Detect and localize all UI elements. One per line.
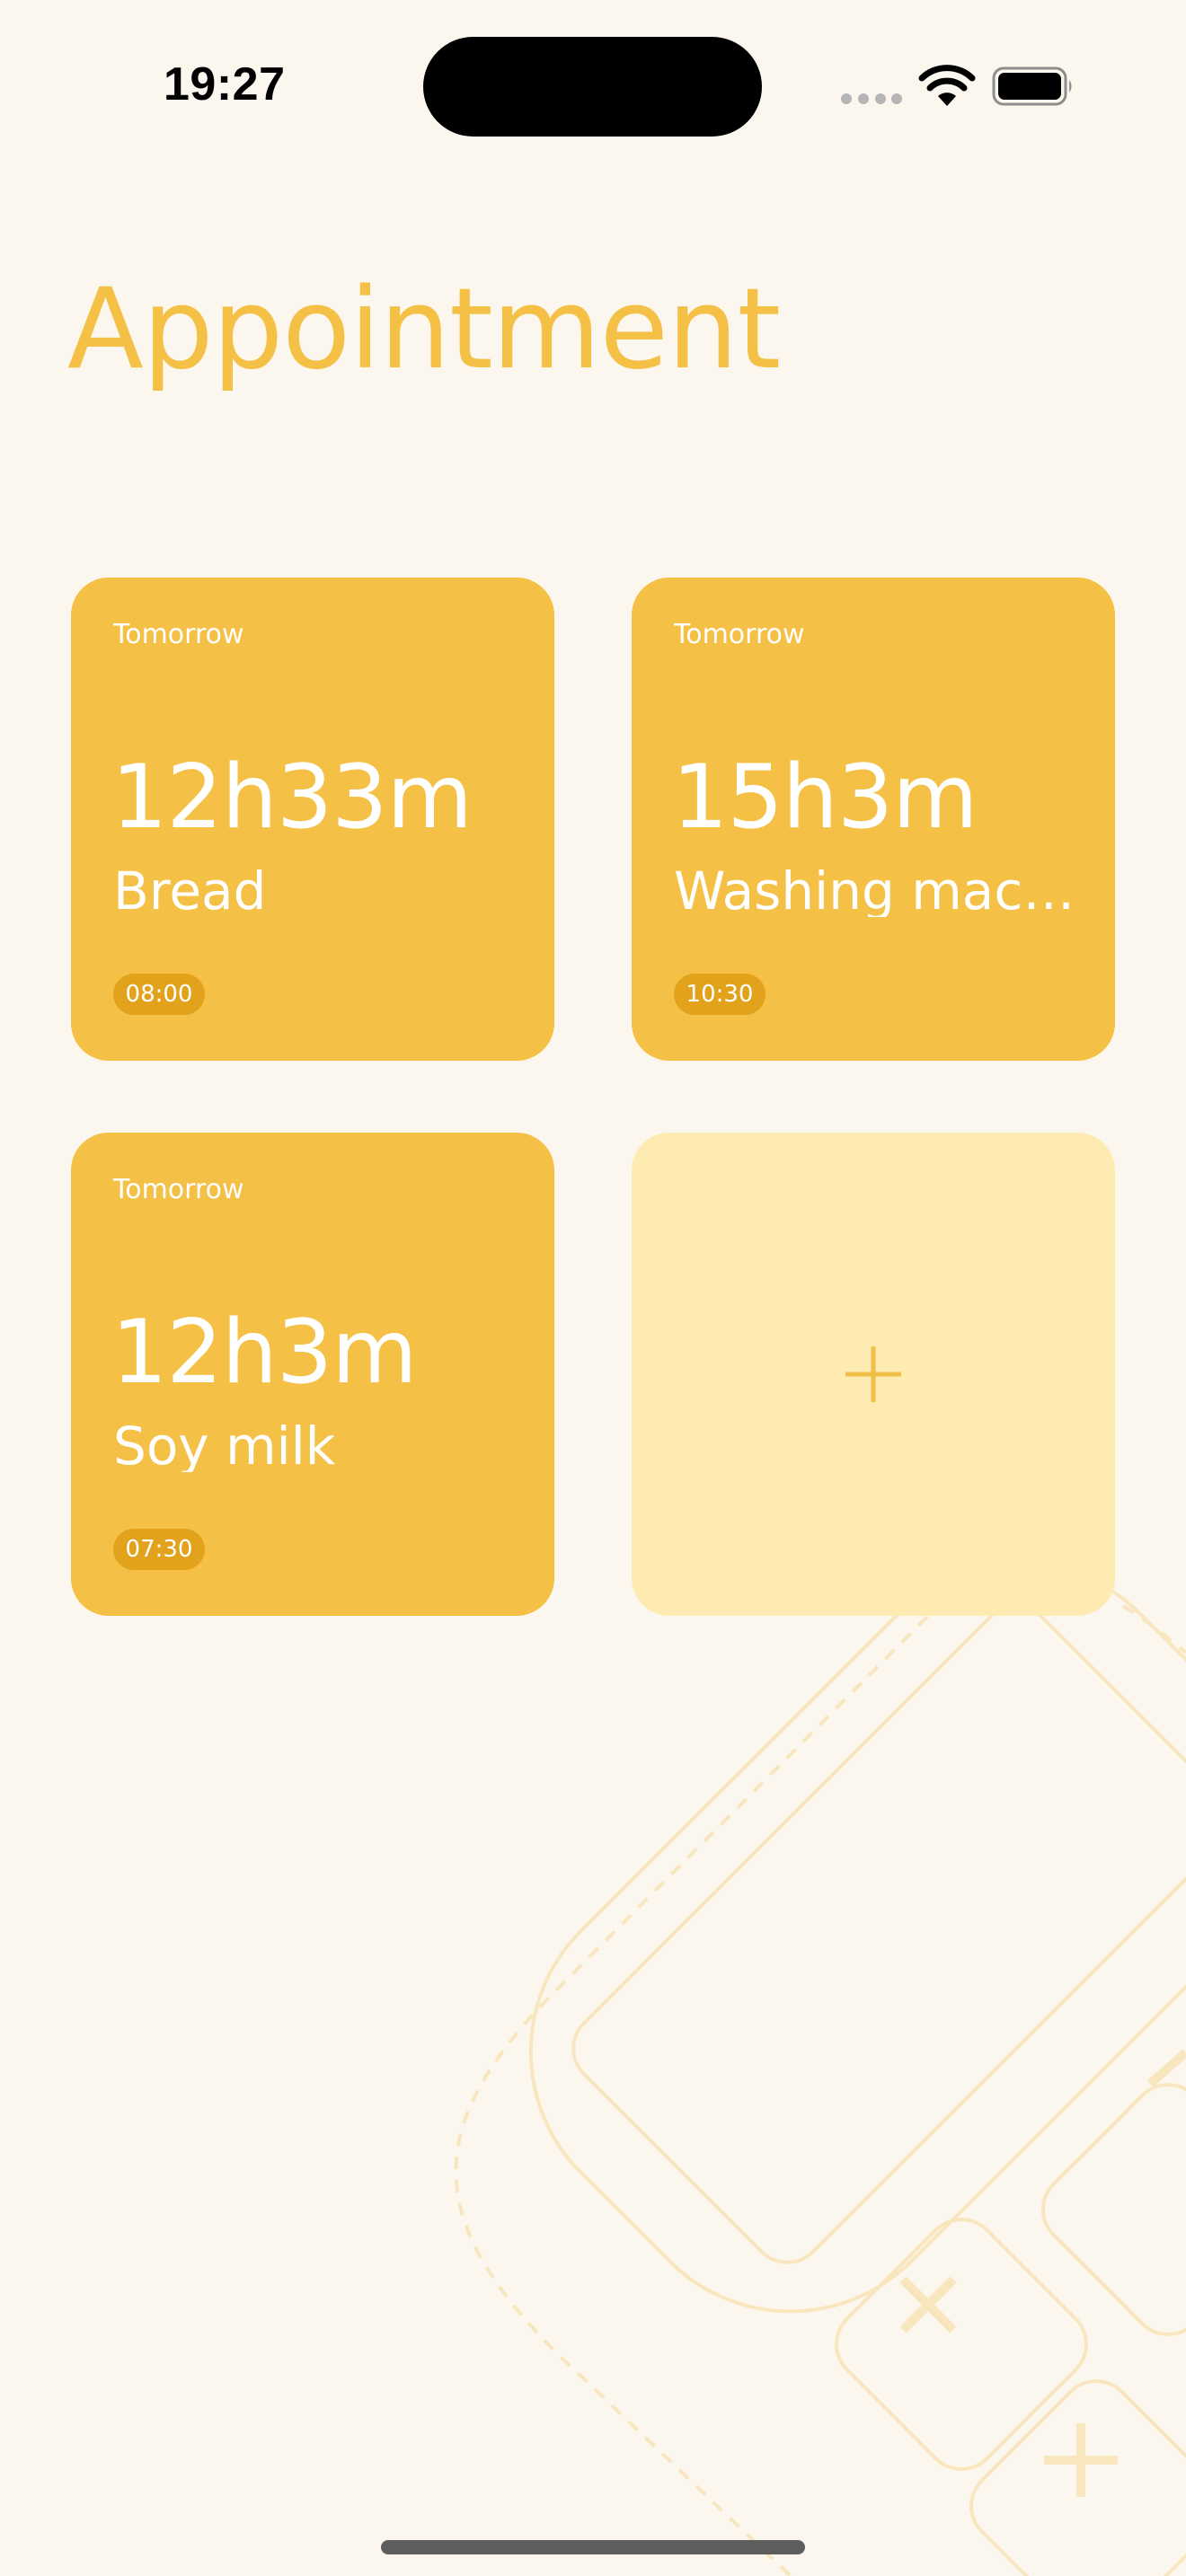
appointment-time-badge: 07:30 [113,1529,205,1570]
appointment-card[interactable]: Tomorrow 15h3m Washing mac… 10:30 [632,578,1115,1061]
wifi-icon [918,65,976,106]
appointment-time-badge: 08:00 [113,974,205,1015]
appointment-day: Tomorrow [674,619,805,650]
appointment-name: Soy milk [113,1420,336,1472]
cellular-signal-icon [841,93,902,104]
appointment-card[interactable]: Tomorrow 12h3m Soy milk 07:30 [71,1133,554,1616]
appointment-name: Bread [113,865,267,917]
appointment-name: Washing mac… [674,865,1075,917]
plus-icon [845,1346,901,1402]
appointment-time-badge: 10:30 [674,974,766,1015]
battery-icon [992,66,1072,106]
appointment-card[interactable]: Tomorrow 12h33m Bread 08:00 [71,578,554,1061]
home-indicator[interactable] [381,2540,805,2554]
appointment-countdown: 12h3m [111,1301,418,1404]
appointment-day: Tomorrow [113,619,244,650]
add-appointment-button[interactable] [632,1133,1115,1616]
page-title: Appointment [67,265,781,394]
appointment-countdown: 15h3m [672,746,978,849]
appointment-day: Tomorrow [113,1174,244,1205]
dynamic-island [423,37,762,137]
appointment-countdown: 12h33m [111,746,473,849]
status-time: 19:27 [164,58,286,110]
